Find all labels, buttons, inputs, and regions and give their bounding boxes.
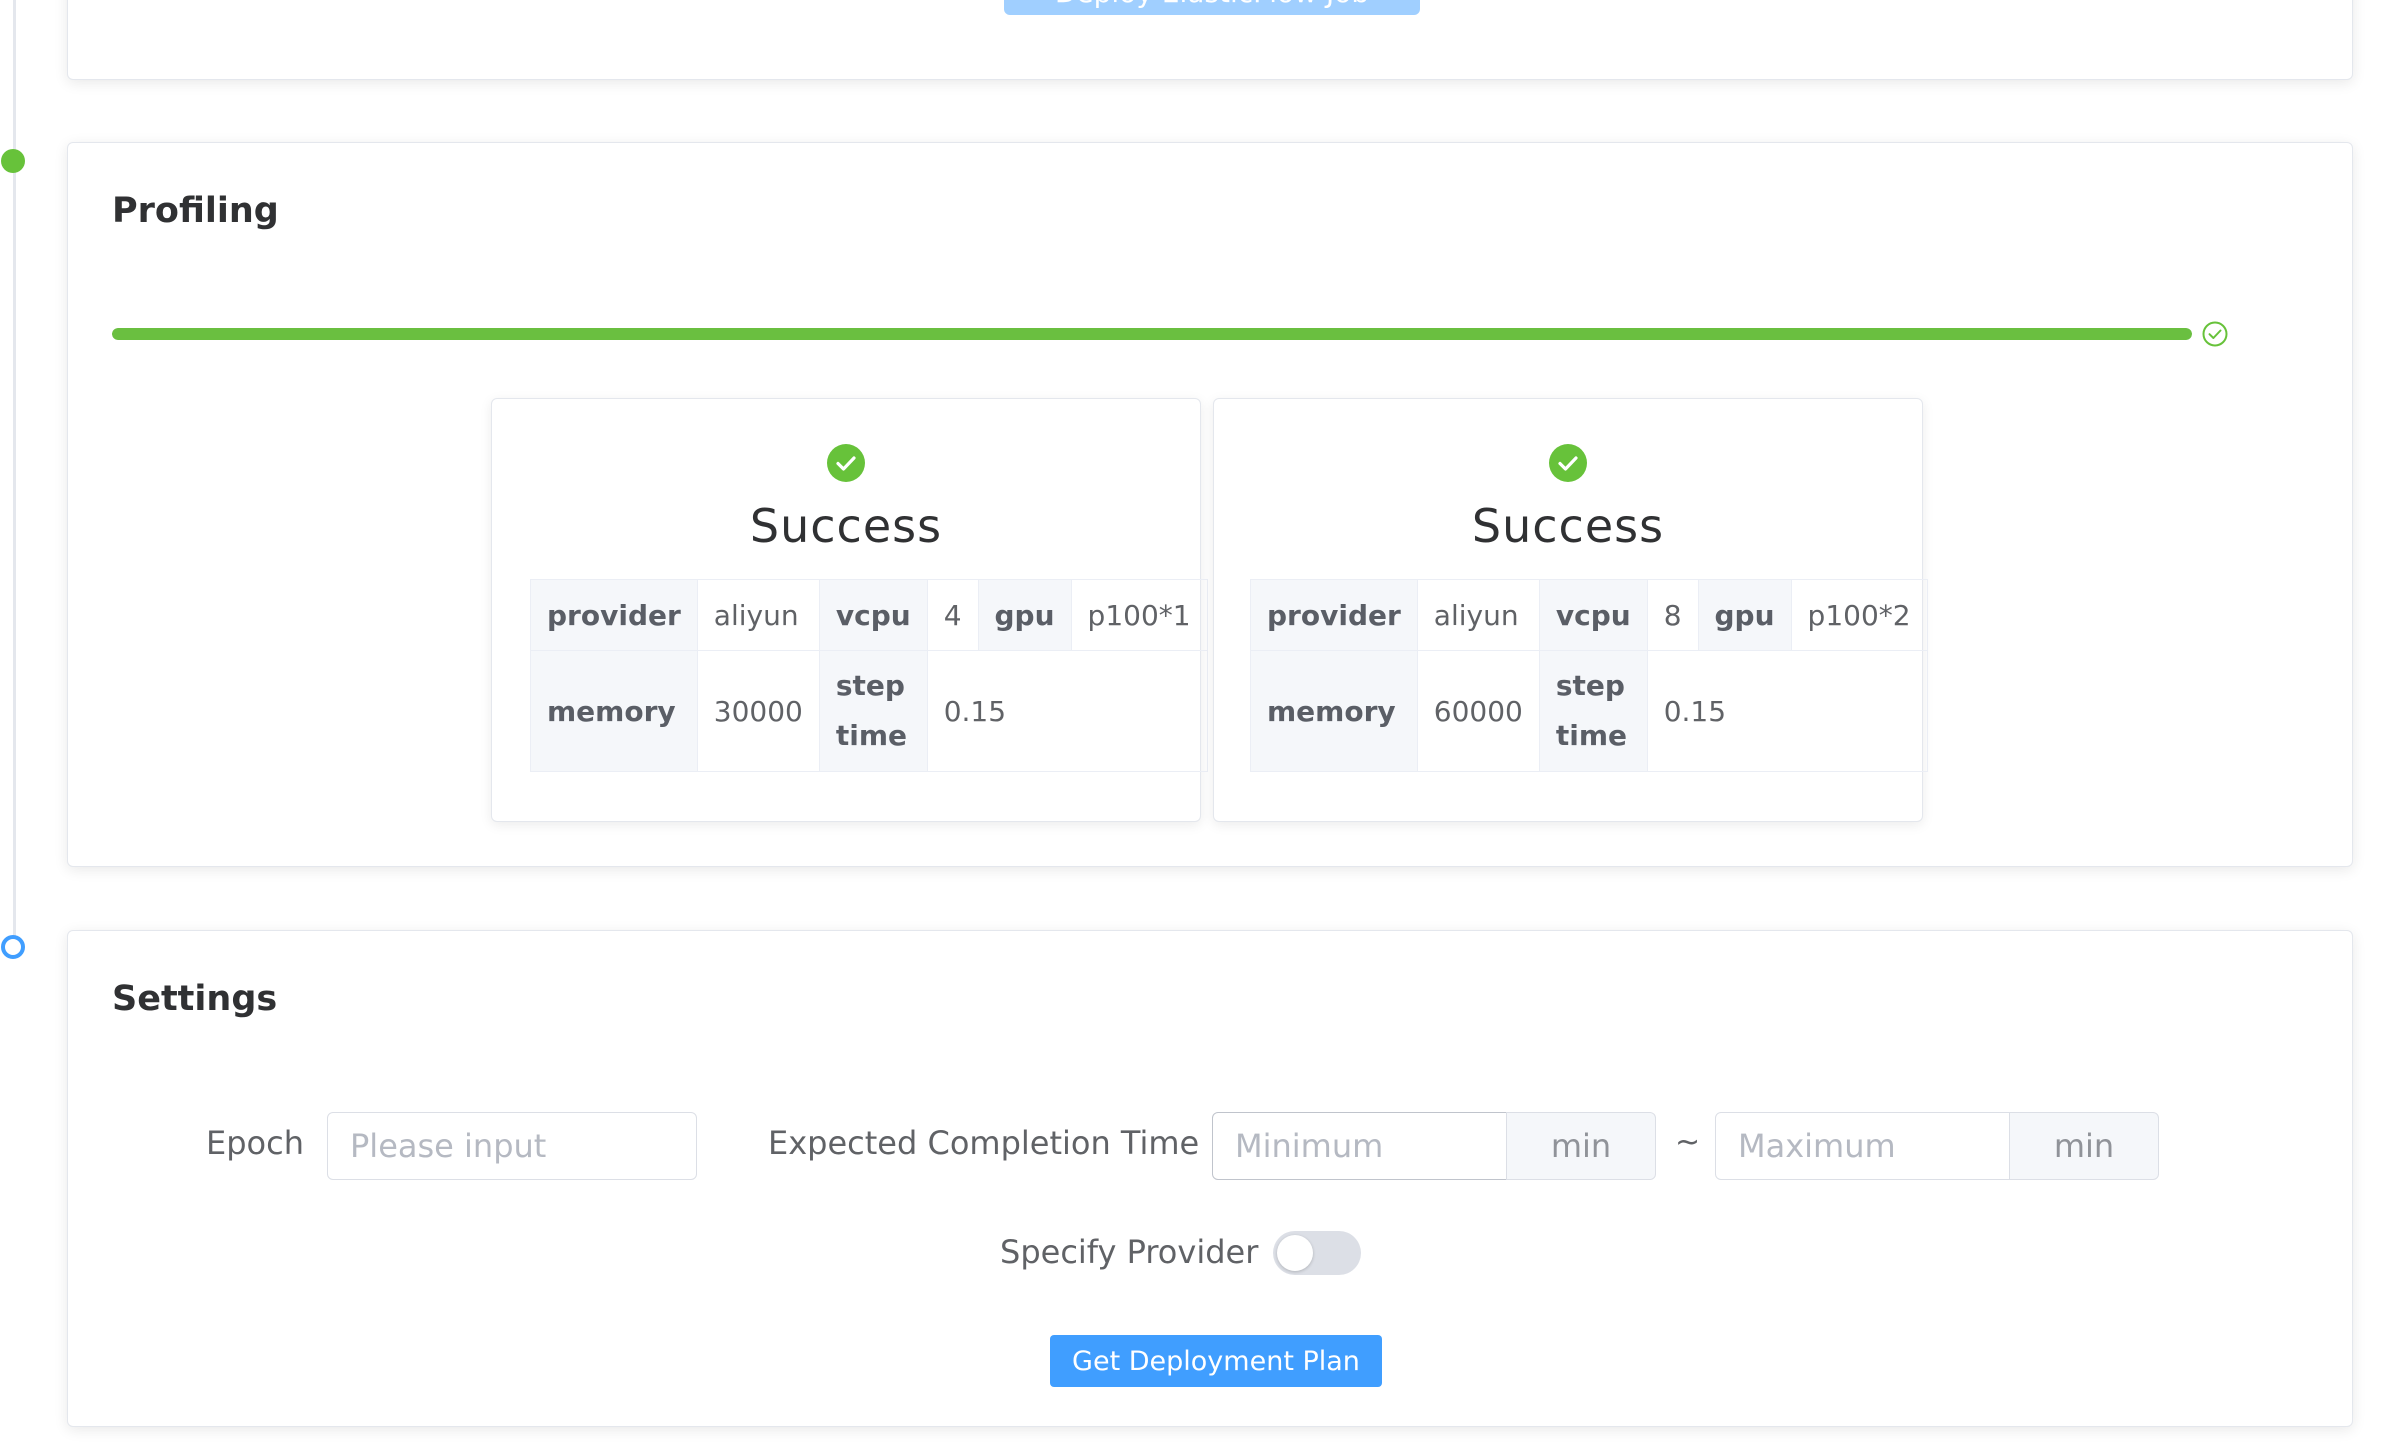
switch-knob (1277, 1235, 1313, 1271)
result-status: Success (749, 499, 943, 553)
table-row: provider aliyun vcpu 8 gpu p100*2 (1250, 579, 1928, 651)
provider-value: aliyun (696, 579, 820, 651)
gpu-label: gpu (977, 579, 1072, 651)
result-spec-table: provider aliyun vcpu 8 gpu p100*2 memory… (1250, 579, 1928, 772)
success-check-icon (827, 444, 865, 482)
settings-card: Settings Epoch Expected Completion Time … (67, 930, 2353, 1427)
timeline-node-completed (1, 149, 25, 173)
range-separator: ~ (1675, 1125, 1701, 1160)
completion-time-label: Expected Completion Time (768, 1124, 1200, 1162)
table-row: memory 60000 step time 0.15 (1250, 650, 1928, 772)
provider-value: aliyun (1416, 579, 1540, 651)
vcpu-label: vcpu (818, 579, 928, 651)
specify-provider-switch[interactable] (1273, 1231, 1361, 1275)
settings-title: Settings (112, 979, 278, 1019)
epoch-input[interactable] (327, 1112, 697, 1180)
specify-provider-label: Specify Provider (1000, 1233, 1259, 1271)
deploy-elasticflow-button[interactable]: Deploy ElasticFlow Job (1004, 0, 1420, 15)
profiling-progress-bar (112, 328, 2192, 340)
epoch-label: Epoch (206, 1124, 304, 1162)
max-unit-append: min (2009, 1112, 2159, 1180)
min-unit-append: min (1506, 1112, 1656, 1180)
vcpu-value: 8 (1646, 579, 1699, 651)
result-status: Success (1471, 499, 1665, 553)
profiling-title: Profiling (112, 191, 279, 231)
profiling-result-card: Success provider aliyun vcpu 8 gpu p100*… (1213, 398, 1928, 822)
step-time-value: 0.15 (1646, 650, 1928, 772)
gpu-value: p100*2 (1790, 579, 1928, 651)
table-row: memory 30000 step time 0.15 (530, 650, 1208, 772)
circle-check-outline-icon (2202, 321, 2228, 347)
step-time-value: 0.15 (926, 650, 1208, 772)
memory-value: 60000 (1416, 650, 1540, 772)
provider-label: provider (1250, 579, 1418, 651)
progress-fill (112, 328, 2192, 340)
step-time-label: step time (818, 650, 928, 772)
vcpu-value: 4 (926, 579, 979, 651)
memory-label: memory (530, 650, 698, 772)
table-row: provider aliyun vcpu 4 gpu p100*1 (530, 579, 1208, 651)
max-time-input[interactable] (1715, 1112, 2011, 1180)
vcpu-label: vcpu (1538, 579, 1648, 651)
timeline-node-current (1, 935, 25, 959)
memory-label: memory (1250, 650, 1418, 772)
result-spec-table: provider aliyun vcpu 4 gpu p100*1 memory… (530, 579, 1208, 772)
success-check-icon (1549, 444, 1587, 482)
memory-value: 30000 (696, 650, 820, 772)
profiling-result-card: Success provider aliyun vcpu 4 gpu p100*… (491, 398, 1208, 822)
provider-label: provider (530, 579, 698, 651)
deploy-card: Deploy ElasticFlow Job (67, 0, 2353, 80)
min-time-input[interactable] (1212, 1112, 1508, 1180)
profiling-card: Profiling Success provider aliyun vcpu 4… (67, 142, 2353, 867)
get-deployment-plan-button[interactable]: Get Deployment Plan (1050, 1335, 1382, 1387)
timeline-line (13, 0, 16, 950)
step-time-label: step time (1538, 650, 1648, 772)
gpu-value: p100*1 (1070, 579, 1208, 651)
gpu-label: gpu (1697, 579, 1792, 651)
